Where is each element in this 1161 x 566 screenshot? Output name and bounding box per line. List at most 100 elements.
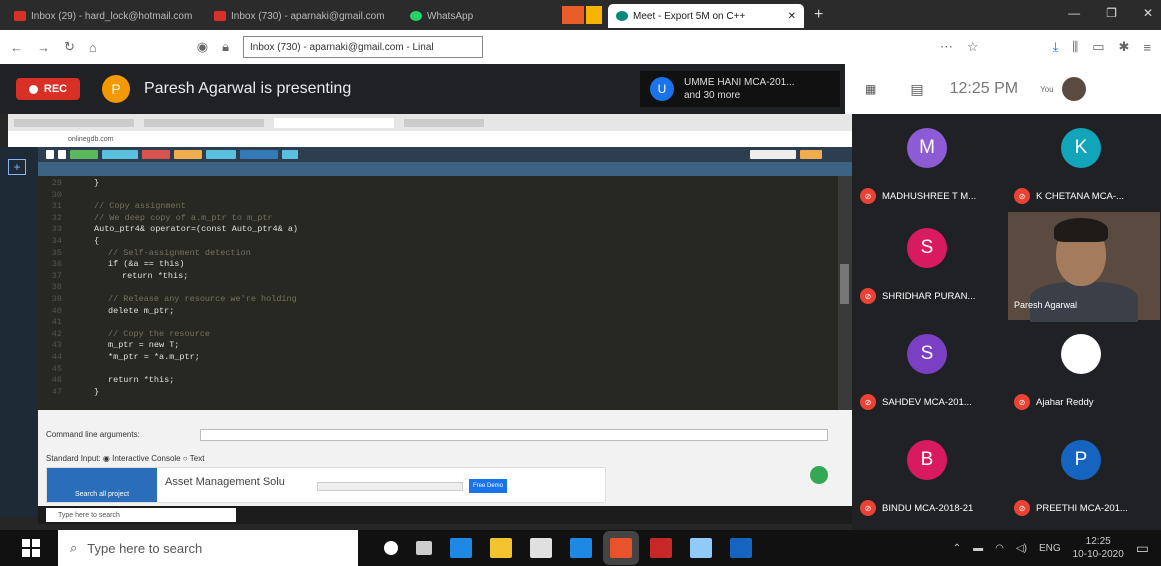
code-editor: 29 30 31 32 33 34 35 36 37 38 39 40 41 42 43 44 45 46 47 }… xyxy=(38,176,838,410)
presenting-text: Paresh Agarwal is presenting xyxy=(144,80,352,97)
line-number: 33 xyxy=(51,224,62,235)
extension-icon[interactable] xyxy=(562,6,584,24)
pinned-participant[interactable]: U UMME HANI MCA-201... and 30 more xyxy=(640,71,840,107)
back-icon[interactable]: ← xyxy=(10,40,23,55)
sidebar-icon[interactable]: ▭ xyxy=(1092,39,1104,55)
clock[interactable]: 12:25 10-10-2020 xyxy=(1073,535,1124,561)
reload-icon[interactable]: ↻ xyxy=(64,39,75,55)
close-icon[interactable]: ✕ xyxy=(1143,6,1153,20)
volume-icon[interactable]: ◁) xyxy=(1016,543,1027,554)
stdin-label: Standard Input: ◉ Interactive Console ○ … xyxy=(46,454,205,463)
ad-image: Search all project xyxy=(47,468,157,502)
line-number: 37 xyxy=(51,270,62,281)
participant-name: Paresh Agarwal xyxy=(1014,300,1078,310)
browser-tab-meet[interactable]: Meet - Export 5M on C++ ✕ xyxy=(608,4,804,28)
line-number: 36 xyxy=(51,259,62,270)
ad-button: Free Demo xyxy=(469,479,507,493)
participant-tile[interactable]: M ⊘ MADHUSHREE T M... xyxy=(852,114,1002,220)
participant-tile[interactable]: P ⊘ PREETHI MCA-201... xyxy=(1006,426,1156,532)
firefox-icon[interactable] xyxy=(610,538,632,558)
participant-video-tile[interactable]: Paresh Agarwal xyxy=(1008,212,1160,322)
browser-tab-inbox-1[interactable]: Inbox (29) - hard_lock@hotmail.com xyxy=(6,4,206,28)
line-number: 30 xyxy=(51,189,62,200)
layout-icon[interactable]: ▦ xyxy=(865,82,876,96)
store-icon[interactable] xyxy=(530,538,552,558)
participant-tile[interactable]: S ⊘ SHRIDHAR PURAN... xyxy=(852,214,1002,320)
inner-taskbar: Type here to search xyxy=(38,506,852,524)
file-explorer-icon[interactable] xyxy=(490,538,512,558)
recording-badge: REC xyxy=(16,78,80,100)
participant-avatar: B xyxy=(907,440,947,480)
minimize-icon[interactable]: — xyxy=(1068,6,1080,20)
windows-start-icon[interactable] xyxy=(22,539,40,557)
battery-icon[interactable]: ▬ xyxy=(973,543,983,554)
notifications-icon[interactable]: ▭ xyxy=(1136,540,1149,557)
mail-icon[interactable] xyxy=(570,538,592,558)
gmail-icon xyxy=(14,11,26,21)
self-avatar[interactable] xyxy=(1061,77,1086,101)
line-number: 32 xyxy=(51,212,62,223)
extension-icon[interactable] xyxy=(586,6,602,24)
mic-muted-icon: ⊘ xyxy=(860,288,876,304)
url-field[interactable]: Inbox (730) - aparnaki@gmail.com - Linal xyxy=(243,36,484,58)
home-icon[interactable]: ⌂ xyxy=(89,40,97,55)
extension-icon[interactable]: ✱ xyxy=(1119,39,1130,55)
presenter-avatar: P xyxy=(102,75,130,103)
browser-tab-bar: Inbox (29) - hard_lock@hotmail.com Inbox… xyxy=(0,0,1161,30)
forward-icon[interactable]: → xyxy=(37,40,50,55)
maximize-icon[interactable]: ❐ xyxy=(1106,6,1117,20)
download-icon[interactable]: ⤓ xyxy=(1052,39,1058,55)
participant-grid: M ⊘ MADHUSHREE T M... K ⊘ K CHETANA MCA-... S ⊘… xyxy=(852,114,1161,530)
browser-tab-inbox-2[interactable]: Inbox (730) - aparnaki@gmail.com xyxy=(206,4,402,28)
app-icon[interactable] xyxy=(690,538,712,558)
line-number: 47 xyxy=(51,386,62,397)
meeting-time: 12:25 PM xyxy=(949,80,1019,97)
menu-dots-icon[interactable]: ⋯ xyxy=(940,39,953,55)
shield-icon[interactable]: ◉ xyxy=(197,39,208,55)
new-tab-icon[interactable]: + xyxy=(814,6,823,24)
code-line: // Release any resource we're holding xyxy=(108,293,297,304)
you-label: You xyxy=(1040,84,1054,94)
browser-tab-whatsapp[interactable]: WhatsApp xyxy=(402,4,542,28)
whatsapp-icon xyxy=(410,11,422,21)
app-icon[interactable] xyxy=(650,538,672,558)
line-number: 40 xyxy=(51,305,62,316)
participant-tile[interactable]: K ⊘ K CHETANA MCA-... xyxy=(1006,114,1156,220)
chevron-up-icon[interactable]: ⌃ xyxy=(953,543,961,554)
star-icon[interactable]: ☆ xyxy=(967,39,979,55)
code-line: } xyxy=(94,178,100,188)
library-icon[interactable]: ⫼ xyxy=(1072,39,1078,55)
line-number: 41 xyxy=(51,317,62,328)
captions-icon[interactable]: ▤ xyxy=(910,81,923,98)
line-number: 34 xyxy=(51,235,62,246)
participant-name: Ajahar Reddy xyxy=(1036,396,1094,408)
participant-name-row: ⊘ Ajahar Reddy xyxy=(1014,394,1094,410)
mic-muted-icon: ⊘ xyxy=(1014,394,1030,410)
line-number: 45 xyxy=(51,363,62,374)
line-number: 29 xyxy=(51,178,62,188)
edge-icon[interactable] xyxy=(450,538,472,558)
mic-muted-icon: ⊘ xyxy=(1014,500,1030,516)
meet-icon xyxy=(616,11,628,21)
clock-date: 10-10-2020 xyxy=(1072,549,1124,560)
system-tray: ⌃ ▬ ◠ ◁) ENG 12:25 10-10-2020 ▭ xyxy=(953,530,1149,566)
inner-search-box: Type here to search xyxy=(46,508,236,522)
participant-tile[interactable]: S ⊘ SAHDEV MCA-201... xyxy=(852,320,1002,426)
participant-tile[interactable]: B ⊘ BINDU MCA-2018-21 xyxy=(852,426,1002,532)
cortana-icon[interactable] xyxy=(384,541,398,555)
language-label[interactable]: ENG xyxy=(1039,543,1061,554)
participant-name-row: ⊘ PREETHI MCA-201... xyxy=(1014,500,1128,516)
tab-label: Meet - Export 5M on C++ xyxy=(633,10,746,22)
wifi-icon[interactable]: ◠ xyxy=(995,543,1004,554)
participant-tile[interactable]: ⊘ Ajahar Reddy xyxy=(1006,320,1156,426)
task-view-icon[interactable] xyxy=(416,541,432,555)
close-icon[interactable]: ✕ xyxy=(788,11,796,22)
code-line: Auto_ptr4& operator=(const Auto_ptr4& a) xyxy=(94,224,299,235)
avatar: U xyxy=(650,77,674,101)
participant-name: SHRIDHAR PURAN... xyxy=(882,290,976,302)
taskbar-search[interactable]: ⌕ Type here to search xyxy=(58,530,358,566)
word-icon[interactable] xyxy=(730,538,752,558)
hamburger-icon[interactable]: ≡ xyxy=(1143,40,1151,55)
tab-label: Inbox (730) - aparnaki@gmail.com xyxy=(231,10,385,22)
address-bar: ← → ↻ ⌂ ◉ 🔒︎ Inbox (730) - aparnaki@gmai… xyxy=(0,30,1161,64)
